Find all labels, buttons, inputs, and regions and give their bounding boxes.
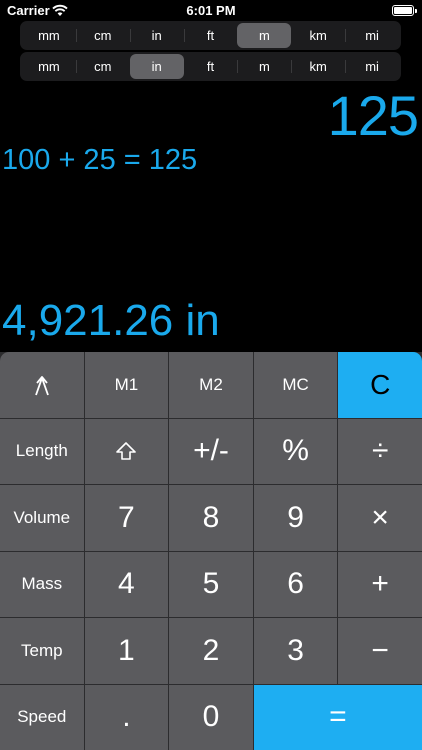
source-unit-selector[interactable]: mm cm in ft m km mi [20, 21, 401, 50]
source-unit-mm[interactable]: mm [22, 23, 76, 48]
decimal-button[interactable]: . [84, 684, 169, 750]
target-unit-cm[interactable]: cm [75, 54, 130, 79]
source-unit-cm[interactable]: cm [75, 23, 130, 48]
memory-clear-button[interactable]: MC [253, 352, 338, 418]
memory-2-button[interactable]: M2 [169, 352, 253, 418]
digit-0-button[interactable]: 0 [169, 684, 253, 750]
digit-5-button[interactable]: 5 [169, 551, 253, 617]
equals-button[interactable]: = [253, 684, 422, 750]
digit-7-button[interactable]: 7 [84, 485, 169, 551]
target-unit-mm[interactable]: mm [22, 54, 76, 79]
status-time: 6:01 PM [186, 3, 236, 18]
add-button[interactable]: + [338, 551, 422, 617]
subtract-button[interactable]: − [338, 618, 422, 684]
volume-mode-button[interactable]: Volume [0, 485, 84, 551]
swap-units-button[interactable] [0, 352, 84, 418]
target-unit-in[interactable]: in [129, 54, 184, 79]
digit-2-button[interactable]: 2 [169, 618, 253, 684]
source-unit-km[interactable]: km [291, 23, 345, 48]
expression-display: 100 + 25 = 125 [2, 144, 198, 176]
speed-mode-button[interactable]: Speed [0, 684, 84, 750]
digit-6-button[interactable]: 6 [253, 551, 338, 617]
digit-3-button[interactable]: 3 [253, 618, 338, 684]
status-bar: Carrier 6:01 PM [0, 0, 422, 22]
multiply-button[interactable]: × [338, 485, 422, 551]
source-unit-in[interactable]: in [129, 23, 184, 48]
target-unit-selector[interactable]: mm cm in ft m km mi [20, 52, 401, 81]
shift-button[interactable] [84, 418, 169, 484]
shift-arrow-icon [116, 442, 137, 461]
divide-button[interactable]: ÷ [338, 418, 422, 484]
converted-value-display: 4,921.26 in [2, 296, 220, 345]
digit-1-button[interactable]: 1 [84, 618, 169, 684]
target-unit-m[interactable]: m [237, 54, 291, 79]
plus-minus-button[interactable]: +/- [169, 418, 253, 484]
target-unit-km[interactable]: km [291, 54, 345, 79]
percent-button[interactable]: % [253, 418, 338, 484]
keypad: M1 M2 MC C Length +/- % ÷ Volume 7 8 9 ×… [0, 352, 422, 750]
target-unit-ft[interactable]: ft [184, 54, 238, 79]
source-unit-m[interactable]: m [237, 23, 292, 48]
temp-mode-button[interactable]: Temp [0, 618, 84, 684]
swap-arrow-icon [34, 375, 49, 396]
memory-1-button[interactable]: M1 [84, 352, 169, 418]
digit-4-button[interactable]: 4 [84, 551, 169, 617]
digit-8-button[interactable]: 8 [169, 485, 253, 551]
result-display: 125 [327, 84, 419, 147]
source-unit-mi[interactable]: mi [345, 23, 399, 48]
clear-button[interactable]: C [338, 352, 422, 418]
digit-9-button[interactable]: 9 [253, 485, 338, 551]
mass-mode-button[interactable]: Mass [0, 551, 84, 617]
length-mode-button[interactable]: Length [0, 418, 84, 484]
battery-icon [392, 5, 417, 16]
target-unit-mi[interactable]: mi [345, 54, 399, 79]
source-unit-ft[interactable]: ft [183, 23, 238, 48]
